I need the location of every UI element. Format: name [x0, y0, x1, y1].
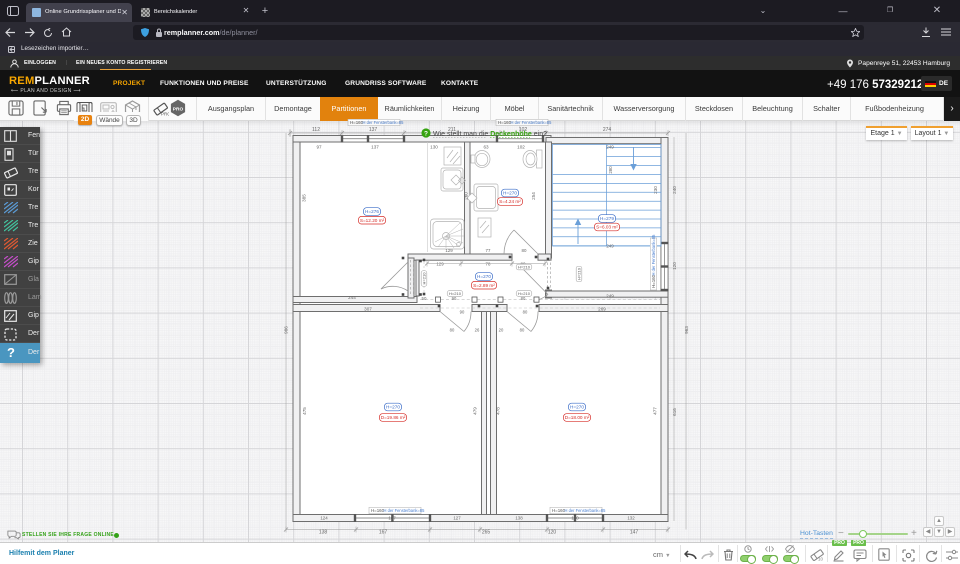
svg-text:254: 254 [531, 192, 536, 200]
svg-text:260: 260 [464, 192, 469, 200]
svg-text:63: 63 [483, 145, 489, 150]
svg-text:240: 240 [672, 186, 677, 194]
svg-text:167: 167 [388, 515, 396, 520]
svg-text:249: 249 [606, 145, 614, 150]
svg-text:274: 274 [603, 127, 612, 133]
svg-text:244: 244 [348, 295, 356, 300]
svg-text:80: 80 [523, 310, 528, 315]
svg-text:?: ? [424, 130, 428, 137]
svg-text:90: 90 [460, 310, 465, 315]
svg-text:H=210: H=210 [422, 272, 427, 285]
svg-text:97: 97 [316, 145, 322, 150]
svg-text:120: 120 [548, 530, 557, 536]
svg-text:26: 26 [475, 327, 480, 332]
svg-text:129: 129 [445, 248, 453, 253]
svg-text:479: 479 [473, 407, 478, 415]
svg-text:127: 127 [453, 515, 461, 520]
svg-text:120: 120 [571, 515, 579, 520]
svg-text:S=4.24 m²: S=4.24 m² [499, 199, 521, 204]
svg-text:D=18.00 m²: D=18.00 m² [565, 415, 590, 420]
svg-text:280: 280 [608, 166, 613, 174]
svg-text:147: 147 [630, 530, 639, 536]
svg-text:90: 90 [452, 296, 457, 301]
svg-text:385: 385 [302, 194, 307, 202]
svg-text:963: 963 [684, 326, 689, 334]
svg-text:S=2.89 m²: S=2.89 m² [473, 283, 495, 288]
svg-text:H der Fensterbank=85: H der Fensterbank=85 [651, 234, 656, 276]
svg-text:H=270: H=270 [386, 405, 400, 410]
svg-text:249: 249 [606, 243, 614, 248]
svg-text:616: 616 [672, 408, 677, 416]
svg-text:77: 77 [486, 248, 491, 253]
svg-text:H=210: H=210 [518, 265, 531, 270]
svg-text:477: 477 [653, 407, 658, 415]
svg-text:H der Fensterbank=85: H der Fensterbank=85 [384, 508, 426, 513]
svg-text:132: 132 [627, 515, 635, 520]
svg-text:80: 80 [450, 327, 455, 332]
svg-text:112: 112 [312, 127, 320, 133]
svg-text:230: 230 [653, 186, 658, 194]
svg-text:249: 249 [606, 293, 614, 298]
svg-text:129: 129 [436, 261, 444, 266]
svg-text:D=19.86 m²: D=19.86 m² [381, 415, 406, 420]
svg-text:80: 80 [520, 327, 525, 332]
svg-text:H=276: H=276 [365, 209, 379, 214]
svg-text:137: 137 [371, 145, 379, 150]
svg-text:H=270: H=270 [570, 405, 584, 410]
svg-text:Wie stellt man die Deckenhöhe: Wie stellt man die Deckenhöhe ein? [433, 131, 547, 138]
svg-text:S=12.20 m²: S=12.20 m² [360, 218, 385, 223]
svg-text:137: 137 [369, 127, 378, 133]
svg-text:78: 78 [486, 261, 491, 266]
svg-text:102: 102 [517, 145, 525, 150]
svg-text:138: 138 [515, 515, 523, 520]
svg-text:H=210: H=210 [449, 291, 462, 296]
svg-text:986: 986 [284, 326, 289, 334]
svg-text:50: 50 [422, 296, 427, 301]
svg-text:124: 124 [320, 515, 328, 520]
svg-text:H=270: H=270 [477, 274, 491, 279]
svg-text:80: 80 [521, 296, 526, 301]
svg-text:10: 10 [818, 557, 824, 562]
svg-text:S=6.03 m²: S=6.03 m² [596, 225, 618, 230]
svg-text:120: 120 [672, 262, 677, 270]
svg-text:475: 475 [302, 407, 307, 415]
svg-text:H=210: H=210 [577, 267, 582, 280]
svg-text:478: 478 [496, 407, 501, 415]
svg-text:H=210: H=210 [518, 291, 531, 296]
svg-text:130: 130 [430, 145, 438, 150]
svg-text:80: 80 [522, 248, 527, 253]
svg-text:269: 269 [598, 306, 606, 311]
svg-text:167: 167 [379, 530, 388, 536]
svg-text:H=270: H=270 [503, 191, 517, 196]
svg-text:138: 138 [319, 530, 328, 536]
svg-text:H=279: H=279 [600, 216, 614, 221]
svg-text:307: 307 [364, 306, 372, 311]
svg-text:20: 20 [499, 327, 504, 332]
svg-text:265: 265 [482, 530, 491, 536]
svg-text:H der Fensterbank=85: H der Fensterbank=85 [565, 508, 607, 513]
